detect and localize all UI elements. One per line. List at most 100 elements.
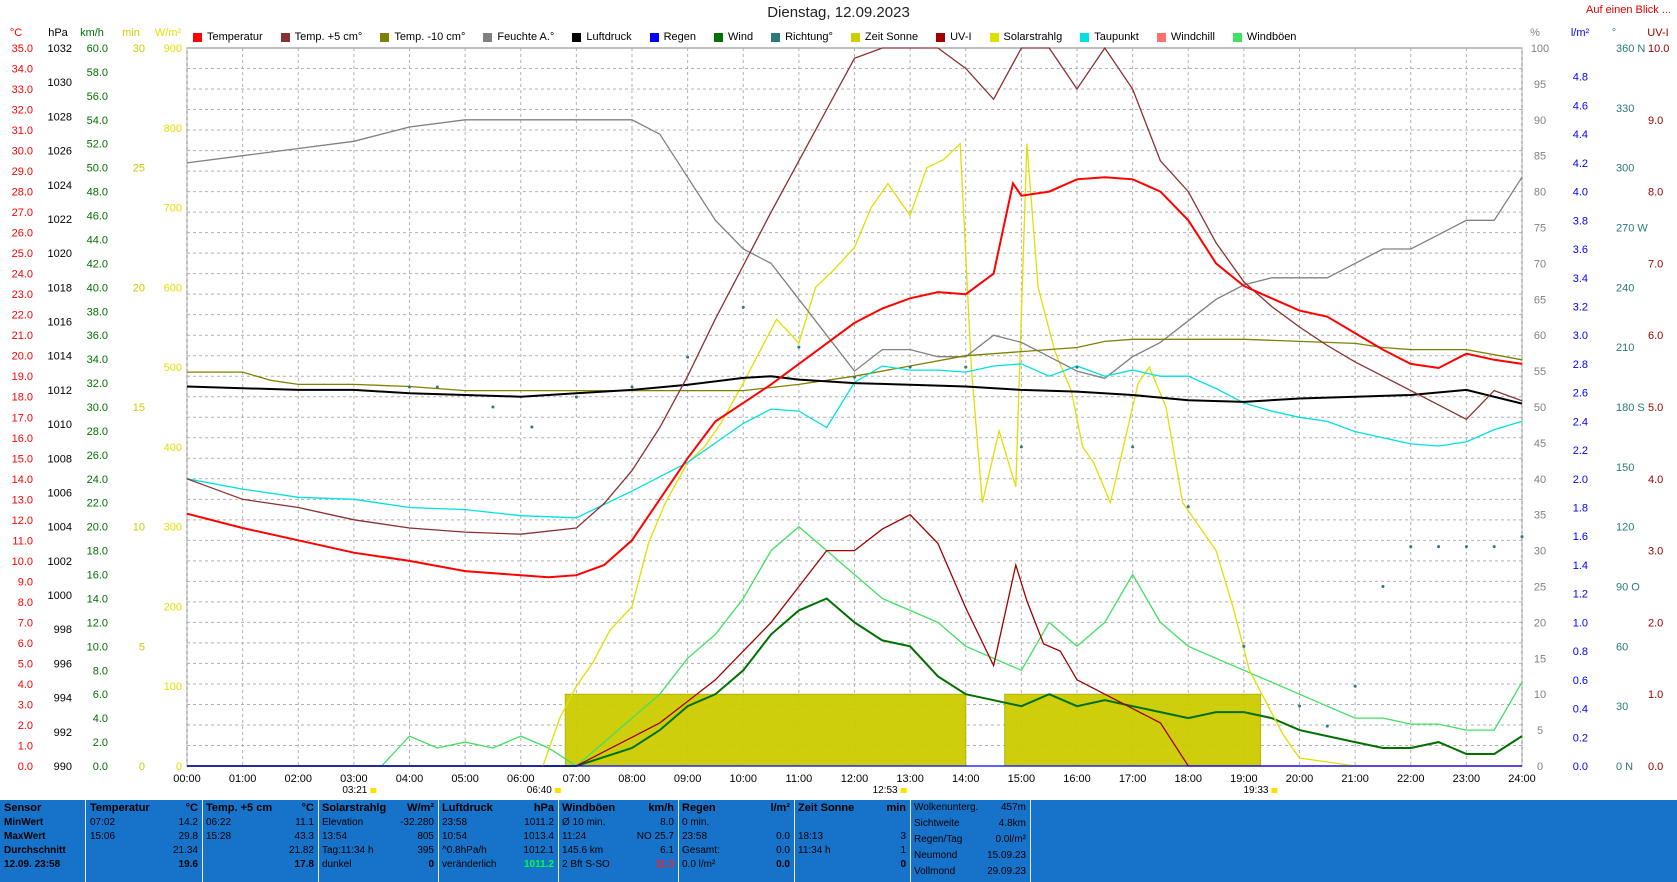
footer-col-unit: km/h [648, 802, 674, 814]
axis-tick-uv: 6.0 [1648, 330, 1663, 342]
axis-tick-direction: 240 [1616, 282, 1634, 294]
time-marker-label: 19:33 [1243, 785, 1268, 796]
footer-col-unit: l/m² [770, 802, 790, 814]
footer-cell-value: 17.8 [294, 859, 314, 870]
axis-tick-pressure: 994 [54, 693, 72, 705]
axis-tick-temperature: 12.0 [12, 515, 33, 527]
axis-tick-humidity: 70 [1534, 258, 1546, 270]
legend-swatch [1232, 32, 1242, 42]
direction-point [741, 305, 745, 309]
legend-label: Solarstrahlg [1003, 31, 1063, 43]
footer-cell-label: 07:02 [90, 817, 116, 828]
axis-tick-rain: 4.4 [1573, 129, 1588, 141]
footer-col-misc: Wolkenunterg. 457m Sichtweite 4.8km Regen/Ta… [910, 800, 1031, 882]
footer-cell-value: 395 [417, 845, 434, 856]
axis-tick-wind: 60.0 [87, 43, 108, 55]
axis-tick-uv: 5.0 [1648, 402, 1663, 414]
legend-item: Regen [649, 29, 697, 45]
footer-sensor-col: Sensor MinWert MaxWert Durchschnitt 12.0… [0, 800, 86, 882]
footer-cell-label: 10:54 [442, 831, 468, 842]
stats-footer: Sensor MinWert MaxWert Durchschnitt 12.0… [0, 800, 1677, 882]
axis-tick-temperature: 13.0 [12, 494, 33, 506]
axis-tick-wind: 38.0 [87, 306, 108, 318]
axis-tick-wind: 40.0 [87, 282, 108, 294]
footer-row: 07:02 14.2 [86, 816, 202, 830]
time-marker-label: 03:21 [342, 785, 367, 796]
direction-point [797, 345, 801, 349]
footer-row: Tag:11:34 h 395 [318, 844, 438, 858]
axis-tick-rain: 3.4 [1573, 273, 1588, 285]
footer-cell-label: Sichtweite [914, 818, 960, 829]
row-label-avg: Durchschnitt [4, 845, 66, 856]
footer-col-unit: hPa [533, 802, 554, 814]
footer-cell-value: 0.0 [776, 831, 790, 842]
axis-tick-minutes: 25 [133, 163, 145, 175]
overview-link[interactable]: Auf einen Blick ... [1586, 4, 1671, 16]
axis-tick-pressure: 1020 [48, 248, 72, 260]
axis-tick-temperature: 16.0 [12, 433, 33, 445]
footer-col-temperature: Temperatur °C 07:02 14.2 15:06 29.8 21.34 19.6 [86, 800, 203, 882]
footer-cell-value: 1013.4 [523, 831, 554, 842]
footer-cell-value: 8.0 [660, 817, 674, 828]
legend-item: Windböen [1232, 29, 1296, 45]
legend-swatch [1080, 32, 1090, 42]
axis-tick-temperature: 19.0 [12, 371, 33, 383]
legend-swatch [380, 32, 390, 42]
x-tick-label: 21:00 [1341, 773, 1369, 785]
axis-tick-solar: 900 [164, 43, 182, 55]
axis-tick-wind: 22.0 [87, 498, 108, 510]
axis-unit-minutes: min [122, 27, 140, 39]
x-tick-label: 12:00 [841, 773, 869, 785]
legend-label: Taupunkt [1094, 31, 1139, 43]
x-tick-label: 03:00 [340, 773, 368, 785]
footer-cell-value: 4.8km [998, 818, 1026, 829]
axis-tick-wind: 52.0 [87, 139, 108, 151]
axis-tick-wind: 56.0 [87, 91, 108, 103]
footer-cell-label: veränderlich [442, 859, 497, 870]
footer-cell-label: ^0.8hPa/h [442, 845, 487, 856]
x-tick-label: 18:00 [1174, 773, 1202, 785]
footer-col-title: Temp. +5 cm [206, 802, 273, 814]
time-marker-dot [900, 788, 907, 793]
axis-unit-solar: W/m² [155, 27, 182, 39]
axis-tick-humidity: 85 [1534, 151, 1546, 163]
footer-row: Sichtweite 4.8km [910, 816, 1030, 832]
axis-tick-humidity: 95 [1534, 79, 1546, 91]
footer-cell-label: Gesamt: [682, 845, 720, 856]
legend-item: Temperatur [193, 29, 263, 45]
x-tick-label: 16:00 [1063, 773, 1091, 785]
x-tick-label: 05:00 [451, 773, 479, 785]
axis-tick-temperature: 28.0 [12, 187, 33, 199]
axis-tick-direction: 330 [1616, 103, 1634, 115]
axis-tick-pressure: 1006 [48, 487, 72, 499]
plot-area [186, 47, 1523, 767]
axis-tick-rain: 2.0 [1573, 474, 1588, 486]
axis-tick-temperature: 8.0 [18, 597, 33, 609]
axis-tick-wind: 48.0 [87, 187, 108, 199]
footer-cell-value: 3 [900, 831, 906, 842]
axis-tick-minutes: 30 [133, 43, 145, 55]
footer-row: Elevation -32.280 [318, 816, 438, 830]
direction-point [853, 375, 856, 379]
axis-tick-direction: 30 [1616, 701, 1628, 713]
legend-label: Temp. +5 cm° [294, 31, 363, 43]
direction-point [1381, 585, 1385, 588]
axis-tick-pressure: 1002 [48, 556, 72, 568]
footer-cell-label: 11:24 [562, 831, 587, 842]
axis-tick-pressure: 1014 [48, 351, 72, 363]
axis-tick-temperature: 17.0 [12, 412, 33, 424]
footer-cell-value: NO 25.7 [636, 831, 674, 842]
legend-label: Regen [663, 31, 697, 43]
footer-cell-value: 29.09.23 [987, 866, 1026, 877]
legend-swatch [936, 32, 946, 42]
axis-tick-wind: 46.0 [87, 211, 108, 223]
legend-swatch [280, 32, 290, 42]
axis-tick-pressure: 1012 [48, 385, 72, 397]
footer-cell-label: 13:54 [322, 831, 348, 842]
footer-cell-label: Regen/Tag [914, 834, 963, 845]
direction-point [1019, 445, 1023, 449]
axis-tick-wind: 34.0 [87, 354, 108, 366]
legend-label: Feuchte A.° [497, 31, 555, 43]
axis-tick-uv: 9.0 [1648, 115, 1663, 127]
footer-cell-value: 11.3 [655, 859, 674, 870]
